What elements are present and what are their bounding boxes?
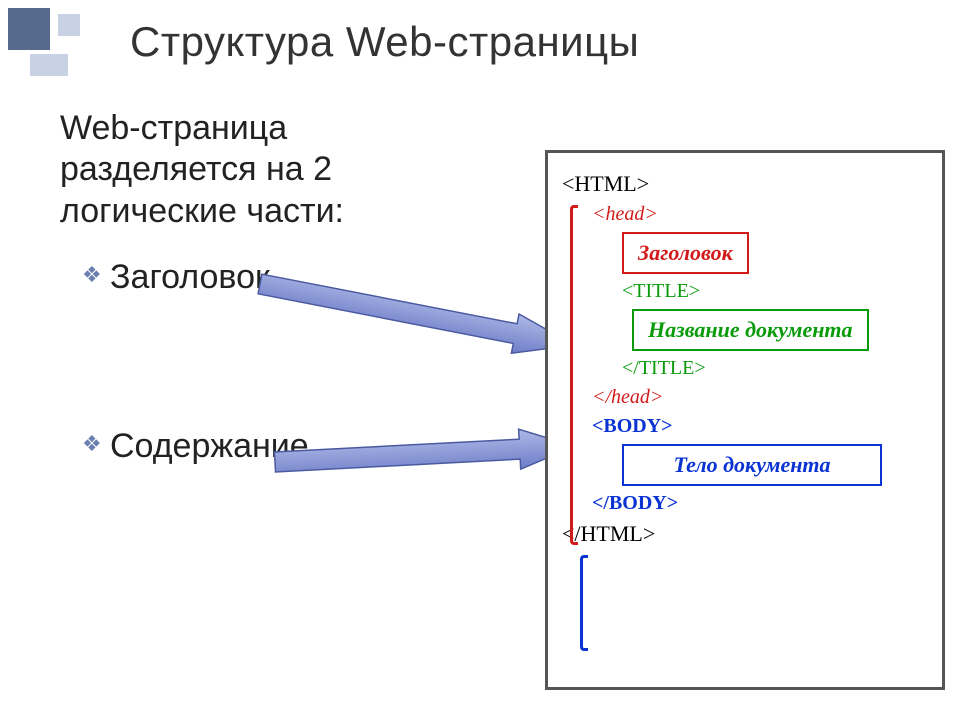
slide-corner-decoration [8, 8, 128, 76]
slide-title: Структура Web-страницы [130, 18, 639, 66]
html-structure-panel: <HTML> <head> Заголовок <TITLE> Название… [545, 150, 945, 690]
tag-head-open: <head> [592, 203, 928, 226]
tag-html-close: </HTML> [562, 521, 928, 547]
tag-title-open: <TITLE> [622, 280, 928, 303]
bullet-item-content: Содержание [82, 427, 422, 466]
box-header: Заголовок [622, 232, 749, 274]
box-document-title: Название документа [632, 309, 869, 351]
bullet-item-header: Заголовок [82, 258, 422, 297]
bracket-body-section [580, 555, 588, 651]
intro-text: Web-страница разделяется на 2 логические… [60, 108, 490, 232]
bullet-list: Заголовок Содержание [82, 258, 422, 596]
tag-title-close: </TITLE> [622, 357, 928, 380]
tag-body-close: </BODY> [592, 492, 928, 515]
box-body: Тело документа [622, 444, 882, 486]
tag-html-open: <HTML> [562, 171, 928, 197]
bracket-head-section [570, 205, 578, 545]
tag-body-open: <BODY> [592, 415, 928, 438]
tag-head-close: </head> [592, 386, 928, 409]
